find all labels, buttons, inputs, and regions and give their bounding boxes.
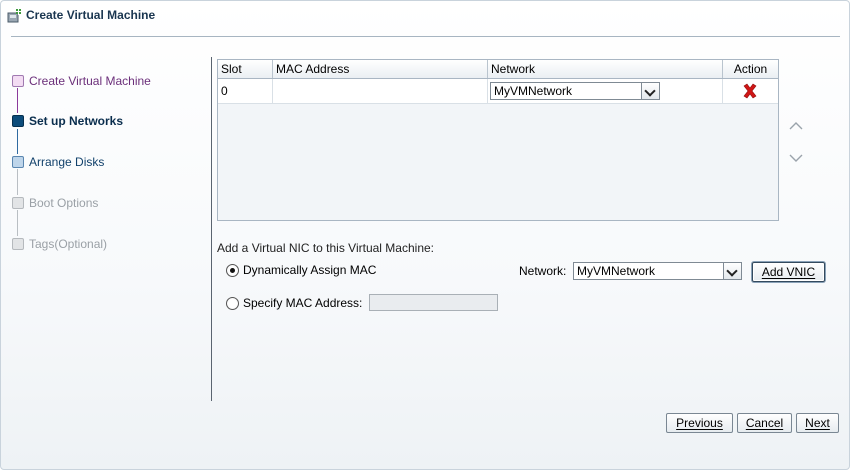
column-header-slot[interactable]: Slot [218, 60, 273, 78]
next-label: Next [805, 416, 830, 430]
step-create-vm[interactable]: Create Virtual Machine [12, 73, 151, 89]
mac-cell [273, 79, 488, 104]
dynamic-mac-radio[interactable] [226, 263, 239, 277]
network-select-value: MyVMNetwork [577, 264, 656, 278]
step-status-icon [12, 115, 24, 127]
cancel-label: Cancel [745, 416, 784, 430]
add-vnic-button[interactable]: Add VNIC [752, 262, 825, 282]
dynamic-mac-option[interactable]: Dynamically Assign MAC [226, 263, 376, 277]
content-divider [211, 57, 212, 401]
mac-address-field[interactable] [369, 294, 498, 311]
delete-x-icon[interactable] [742, 83, 758, 99]
row-network-select[interactable]: MyVMNetwork [490, 82, 660, 100]
step-label: Tags(Optional) [29, 237, 108, 251]
slot-cell: 0 [218, 79, 273, 104]
add-nic-caption: Add a Virtual NIC to this Virtual Machin… [217, 241, 434, 255]
create-vm-dialog: Create Virtual Machine Create Virtual Ma… [0, 0, 850, 470]
step-connector [17, 210, 18, 236]
step-arrange-disks[interactable]: Arrange Disks [12, 154, 104, 170]
column-header-network[interactable]: Network [488, 60, 723, 78]
column-header-action[interactable]: Action [723, 60, 778, 78]
specify-mac-label: Specify MAC Address: [243, 296, 363, 310]
network-cell: MyVMNetwork [488, 79, 723, 104]
vm-icon [7, 7, 22, 23]
step-label: Set up Networks [29, 114, 124, 128]
move-up-icon[interactable] [789, 120, 803, 130]
move-down-icon[interactable] [789, 152, 803, 162]
step-status-icon [12, 238, 24, 250]
previous-button[interactable]: Previous [666, 413, 733, 433]
next-button[interactable]: Next [796, 413, 839, 433]
step-connector [17, 169, 18, 195]
title-divider [11, 36, 840, 37]
dynamic-mac-label: Dynamically Assign MAC [243, 263, 377, 277]
step-label: Boot Options [29, 196, 99, 210]
chevron-down-icon [641, 83, 659, 99]
step-status-icon [12, 156, 24, 168]
network-select[interactable]: MyVMNetwork [573, 262, 742, 280]
title-bar: Create Virtual Machine [7, 6, 155, 24]
table-header: Slot MAC Address Network Action [218, 60, 778, 79]
step-status-icon [12, 197, 24, 209]
previous-label: Previous [676, 416, 723, 430]
step-label: Arrange Disks [29, 155, 105, 169]
network-label: Network: [519, 264, 567, 278]
step-tags: Tags(Optional) [12, 236, 107, 252]
specify-mac-radio[interactable] [226, 296, 239, 310]
add-vnic-label: Add VNIC [761, 265, 816, 279]
step-connector [17, 129, 18, 154]
dialog-title: Create Virtual Machine [26, 8, 156, 22]
specify-mac-option[interactable]: Specify MAC Address: [226, 296, 362, 310]
cancel-button[interactable]: Cancel [737, 413, 792, 433]
vnic-table: Slot MAC Address Network Action 0 MyVMNe… [217, 59, 779, 221]
step-connector [17, 88, 18, 113]
chevron-down-icon [723, 263, 741, 279]
step-boot-options: Boot Options [12, 195, 98, 211]
column-header-mac[interactable]: MAC Address [273, 60, 488, 78]
step-label: Create Virtual Machine [29, 74, 151, 88]
step-status-icon [12, 75, 24, 87]
step-set-up-networks: Set up Networks [12, 113, 123, 129]
action-cell [723, 79, 778, 104]
table-row[interactable]: 0 MyVMNetwork [218, 79, 778, 104]
row-network-value: MyVMNetwork [494, 84, 573, 98]
